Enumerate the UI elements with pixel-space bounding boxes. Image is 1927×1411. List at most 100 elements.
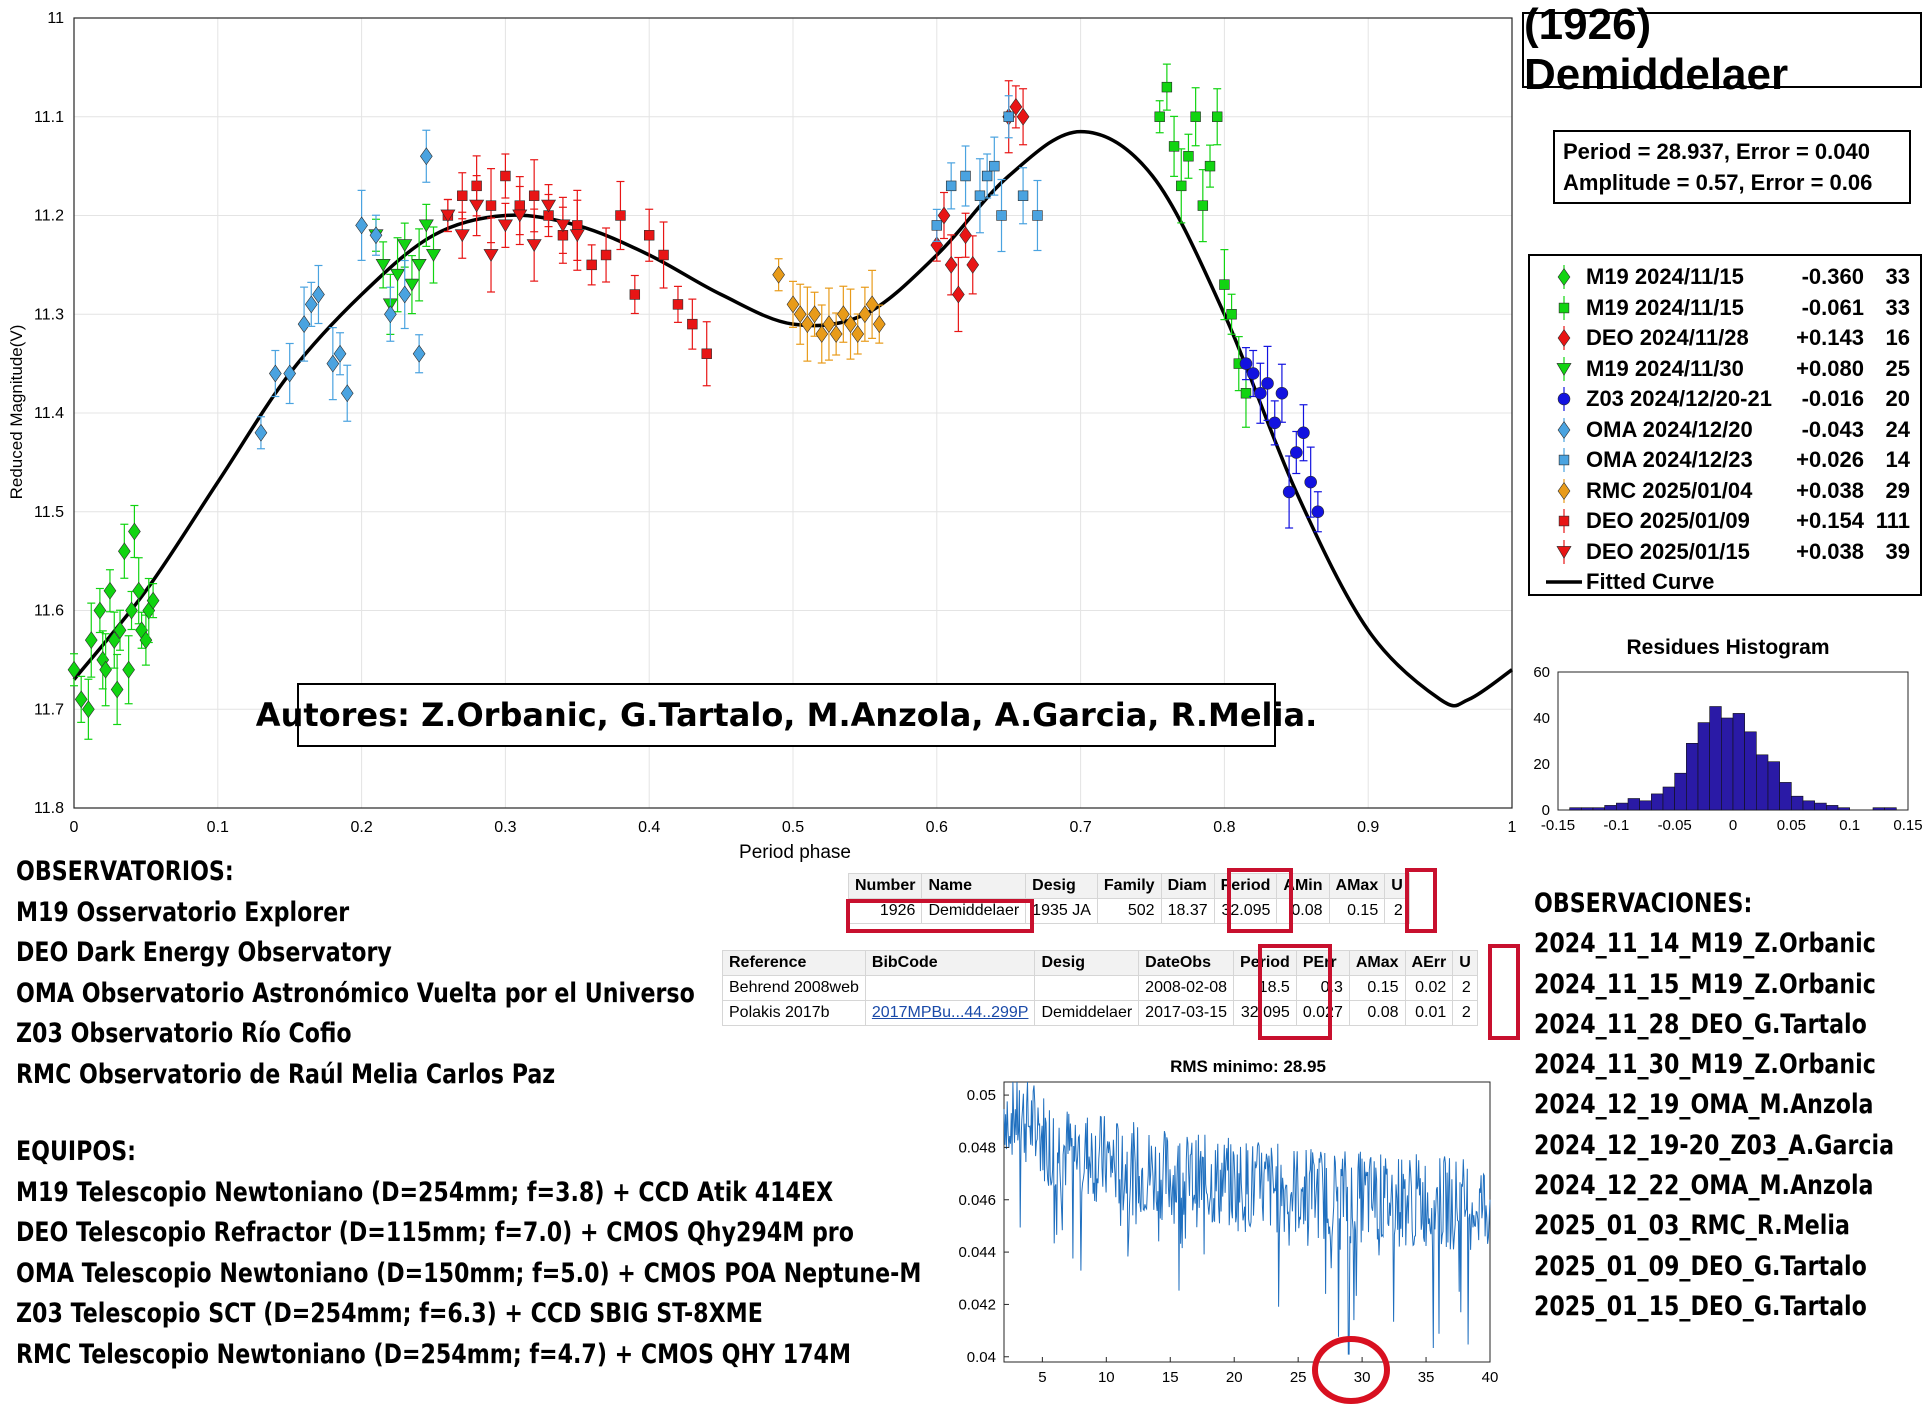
data-point: [384, 305, 397, 324]
legend-marker-icon: [1556, 356, 1572, 381]
asteroid-table-cell: 502: [1096, 898, 1162, 924]
histogram-bar: [1581, 807, 1594, 811]
legend-marker-icon: [1557, 417, 1571, 442]
data-point: [1032, 210, 1043, 221]
legend-label: M19 2024/11/15: [1586, 294, 1744, 320]
histogram-y-tick: 0: [1542, 802, 1550, 819]
legend-count: 29: [1885, 477, 1910, 503]
legend-entry: RMC 2025/01/04 +0.038 29: [1530, 476, 1920, 506]
data-point: [390, 268, 406, 282]
data-point: [1154, 111, 1165, 122]
legend-label: DEO 2024/11/28: [1586, 325, 1749, 350]
legend-entry: M19 2024/11/15 -0.061 33: [1530, 293, 1920, 323]
y-tick-label: 11.8: [34, 800, 64, 817]
equipos-item: DEO Telescopio Refractor (D=115mm; f=7.0…: [16, 1217, 854, 1248]
data-point: [84, 631, 98, 650]
legend-count: 16: [1885, 325, 1910, 350]
highlight-name-box: [846, 899, 1034, 933]
reference-table-cell: Behrend 2008web: [722, 975, 866, 1001]
reference-table-cell: 0.15: [1348, 975, 1406, 1001]
data-point: [1003, 111, 1014, 122]
observaciones-item: 2024_12_22_OMA_M.Anzola: [1534, 1170, 1874, 1202]
reference-table-cell: 0.01: [1404, 1000, 1454, 1026]
asteroid-table-header: Family: [1096, 873, 1162, 899]
data-point: [1176, 180, 1187, 192]
data-point: [1297, 426, 1310, 439]
observatorios-item: DEO Dark Energy Observatory: [16, 937, 392, 968]
rms-y-tick: 0.046: [958, 1192, 996, 1209]
observaciones-item: 2025_01_09_DEO_G.Tartalo: [1534, 1250, 1867, 1282]
data-point: [122, 660, 135, 679]
data-point: [615, 210, 626, 221]
histogram-bar: [1814, 802, 1827, 811]
data-point: [110, 680, 124, 699]
data-point: [629, 289, 641, 300]
amplitude-line: Amplitude = 0.57, Error = 0.06: [1563, 170, 1873, 195]
histogram-x-tick: 0: [1729, 817, 1737, 834]
legend-offset: +0.026: [1796, 447, 1864, 472]
data-point: [1261, 377, 1274, 390]
legend-marker: [1558, 454, 1570, 466]
data-point: [411, 258, 427, 272]
data-point: [701, 348, 712, 359]
legend-offset: +0.143: [1796, 325, 1864, 350]
legend-marker: [1557, 481, 1571, 500]
data-point: [960, 170, 971, 182]
legend-count: 33: [1885, 294, 1910, 320]
data-point: [418, 219, 434, 233]
legend-marker: [1557, 268, 1571, 286]
legend-marker-icon: [1557, 387, 1571, 411]
legend-entry: DEO 2024/11/28 +0.143 16: [1530, 323, 1920, 353]
asteroid-table-header: Diam: [1160, 873, 1215, 899]
rms-y-tick: 0.04: [967, 1349, 996, 1366]
x-tick-label: 0.4: [638, 819, 660, 836]
legend-label: OMA 2024/12/20: [1586, 416, 1753, 442]
y-axis-label: Reduced Magnitude(V): [7, 325, 26, 500]
reference-table-row: Polakis 2017b 2017MPBu...44..299P Demiddel…: [722, 1000, 1478, 1026]
observaciones-item: 2024_11_14_M19_Z.Orbanic: [1534, 928, 1876, 960]
asteroid-table-header: AMax: [1328, 873, 1386, 899]
histogram-bar: [1802, 800, 1815, 811]
legend-marker: [1558, 302, 1570, 313]
histogram-bar: [1697, 722, 1710, 811]
legend-marker: [1556, 545, 1572, 559]
legend-offset: +0.080: [1796, 355, 1864, 381]
histogram-y-tick: 40: [1533, 710, 1550, 727]
histogram-title: Residues Histogram: [1626, 636, 1829, 659]
y-tick-label: 11.6: [34, 603, 64, 620]
asteroid-table-cell: 0.15: [1328, 898, 1386, 924]
observatorios-item: Z03 Observatorio Río Cofio: [16, 1018, 352, 1049]
reference-table: Reference BibCode Desig DateObs Period PErr AM…: [722, 950, 1478, 1026]
observaciones-item: 2025_01_03_RMC_R.Melia: [1534, 1210, 1850, 1242]
asteroid-table-cell: 18.37: [1160, 898, 1215, 924]
y-tick-label: 11.7: [34, 701, 64, 718]
data-point: [128, 522, 141, 541]
data-point: [1239, 357, 1253, 370]
histogram-bar: [1662, 786, 1675, 811]
y-tick-label: 11.2: [34, 208, 64, 225]
reference-table-cell: [1034, 975, 1140, 1001]
legend-count: 20: [1885, 386, 1910, 411]
equipos-item: Z03 Telescopio SCT (D=254mm; f=6.3) + CC…: [16, 1298, 763, 1329]
legend-count: 24: [1885, 416, 1910, 442]
data-point: [254, 423, 268, 442]
rms-y-tick: 0.044: [958, 1244, 996, 1261]
rms-x-tick: 30: [1354, 1369, 1371, 1386]
asteroid-table-header: Number: [847, 873, 923, 899]
histogram-bar: [1767, 761, 1780, 811]
histogram-bar: [1616, 802, 1629, 811]
histogram-y-tick: 60: [1533, 664, 1550, 681]
rms-x-tick: 25: [1290, 1369, 1307, 1386]
rms-frame: [1003, 1081, 1491, 1363]
x-tick-label: 0.2: [350, 819, 372, 836]
legend-label: Fitted Curve: [1586, 569, 1715, 594]
x-tick-label: 0.5: [782, 819, 804, 836]
reference-table-cell: 0.02: [1404, 975, 1454, 1001]
data-point: [1282, 485, 1296, 499]
bibcode-link[interactable]: 2017MPBu...44..299P: [864, 1000, 1036, 1026]
histogram-x-tick: -0.15: [1541, 817, 1575, 834]
rms-x-tick: 10: [1098, 1369, 1115, 1386]
x-tick-label: 1: [1508, 819, 1517, 836]
legend-offset: +0.154: [1796, 508, 1864, 533]
legend-entry: M19 2024/11/30 +0.080 25: [1530, 354, 1920, 384]
